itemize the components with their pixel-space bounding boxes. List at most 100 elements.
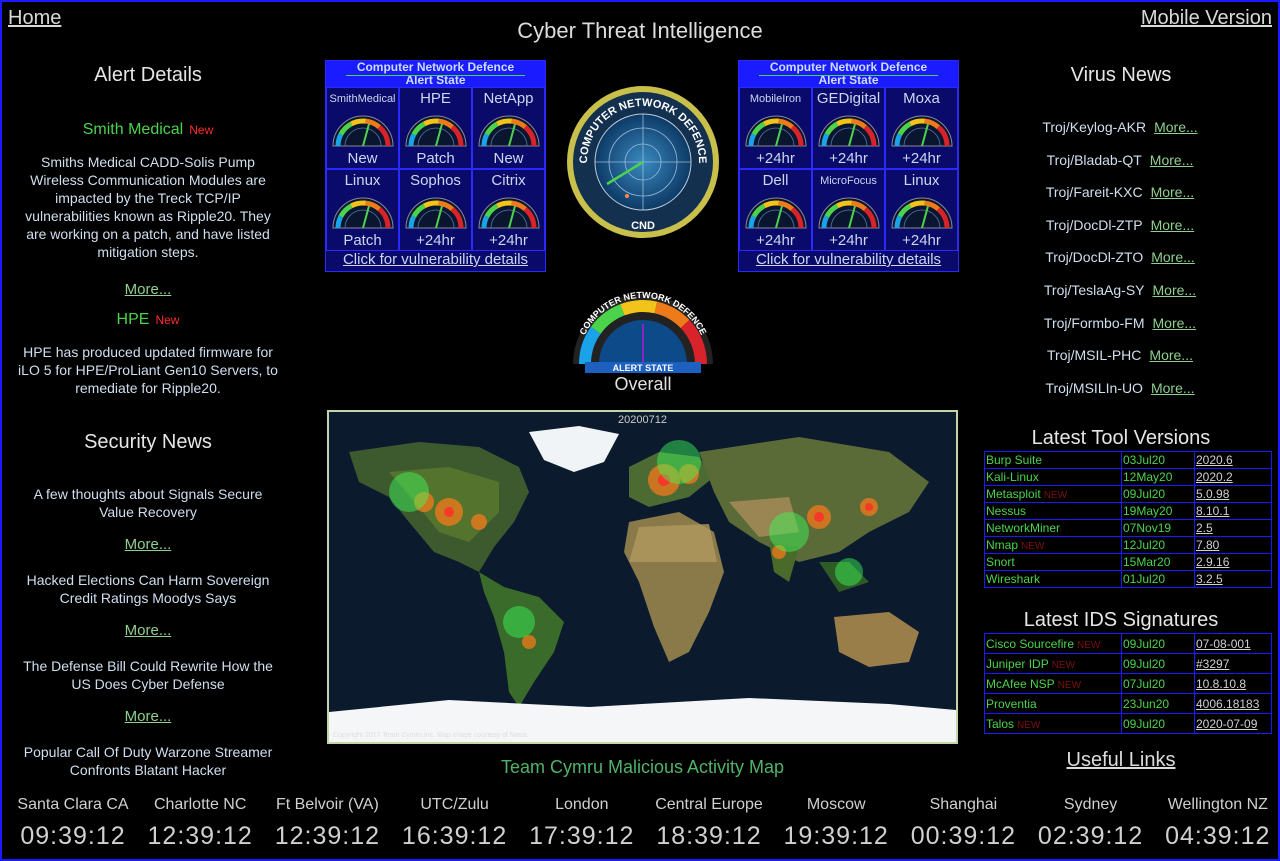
alert-title[interactable]: HPE bbox=[117, 311, 150, 328]
ids-row: Proventia 23Jun20 4006.18183 bbox=[984, 693, 1272, 714]
ids-signature-link[interactable]: 10.8.10.8 bbox=[1194, 673, 1272, 694]
tool-version-link[interactable]: 5.0.98 bbox=[1194, 485, 1272, 503]
tool-name: Nmap bbox=[986, 538, 1019, 552]
tool-version-link[interactable]: 8.10.1 bbox=[1194, 502, 1272, 520]
virus-news-heading: Virus News bbox=[1070, 64, 1172, 86]
alert-title[interactable]: Smith Medical bbox=[83, 121, 183, 138]
news-more-link[interactable]: More... bbox=[125, 622, 172, 639]
tool-version-link[interactable]: 2020.6 bbox=[1194, 451, 1272, 469]
clock-time: 00:39:12 bbox=[910, 822, 1017, 850]
vendor-cell[interactable]: Citrix +24hr bbox=[472, 169, 545, 251]
cnd-alert-panel[interactable]: Computer Network Defence Alert State Mob… bbox=[738, 60, 959, 272]
vendor-cell[interactable]: Moxa +24hr bbox=[885, 87, 958, 169]
cnd-logo-bottom-text: CND bbox=[631, 220, 655, 232]
clock-city: Sydney bbox=[1063, 796, 1118, 813]
tool-version-link[interactable]: 7.80 bbox=[1194, 536, 1272, 554]
tool-row: Kali-Linux 12May20 2020.2 bbox=[984, 468, 1272, 486]
world-clock: UTC/Zulu 16:39:12 bbox=[391, 796, 519, 851]
vendor-cell[interactable]: HPE Patch bbox=[399, 87, 472, 169]
virus-more-link[interactable]: More... bbox=[1151, 249, 1195, 265]
vendor-alert-gauge bbox=[404, 115, 467, 147]
vendor-status: New bbox=[493, 150, 524, 167]
vendor-cell[interactable]: Sophos +24hr bbox=[399, 169, 472, 251]
vulnerability-details-link[interactable]: Click for vulnerability details bbox=[739, 251, 958, 269]
ids-signature-link[interactable]: 4006.18183 bbox=[1194, 693, 1272, 714]
vendor-cell[interactable]: SmithMedical New bbox=[326, 87, 399, 169]
tool-row: NetworkMiner 07Nov19 2.5 bbox=[984, 519, 1272, 537]
virus-news-item: Troj/TeslaAg-SY More... bbox=[985, 282, 1255, 298]
virus-name: Troj/TeslaAg-SY bbox=[1043, 282, 1145, 298]
virus-name: Troj/DocDl-ZTP bbox=[1045, 216, 1143, 233]
tool-version-link[interactable]: 2.5 bbox=[1194, 519, 1272, 537]
ids-row: Talos NEW 09Jul20 2020-07-09 bbox=[984, 713, 1272, 734]
virus-news-item: Troj/DocDl-ZTO More... bbox=[985, 249, 1255, 265]
virus-more-link[interactable]: More... bbox=[1151, 380, 1195, 396]
ids-row: Cisco Sourcefire NEW 09Jul20 07-08-001 bbox=[984, 633, 1272, 654]
world-clock: Sydney 02:39:12 bbox=[1027, 796, 1155, 851]
vendor-alert-gauge bbox=[744, 115, 807, 147]
vendor-name: Citrix bbox=[491, 172, 526, 189]
security-news-list[interactable]: A few thoughts about Signals Secure Valu… bbox=[18, 485, 278, 775]
new-badge: NEW bbox=[1017, 719, 1041, 731]
vulnerability-details-link[interactable]: Click for vulnerability details bbox=[326, 251, 545, 269]
useful-links-link[interactable]: Useful Links bbox=[985, 749, 1257, 772]
virus-more-link[interactable]: More... bbox=[1150, 152, 1194, 168]
vendor-cell[interactable]: MobileIron +24hr bbox=[739, 87, 812, 169]
virus-news-item: Troj/MSILIn-UO More... bbox=[985, 380, 1255, 396]
world-clock: Central Europe 18:39:12 bbox=[645, 796, 773, 851]
tool-version-link[interactable]: 2020.2 bbox=[1194, 468, 1272, 486]
alert-more-link[interactable]: More... bbox=[125, 281, 172, 298]
world-clock: Santa Clara CA 09:39:12 bbox=[9, 796, 137, 851]
ids-date: 09Jul20 bbox=[1121, 633, 1195, 654]
overall-alert-gauge: COMPUTER NETWORK DEFENCE ALERT STATE bbox=[573, 290, 713, 373]
world-clock: Charlotte NC 12:39:12 bbox=[136, 796, 264, 851]
virus-news-item: Troj/DocDl-ZTP More... bbox=[985, 217, 1255, 233]
world-clock: London 17:39:12 bbox=[518, 796, 646, 851]
ids-signature-link[interactable]: #3297 bbox=[1194, 653, 1272, 674]
virus-news-item: Troj/Formbo-FM More... bbox=[985, 315, 1255, 331]
virus-more-link[interactable]: More... bbox=[1153, 282, 1197, 298]
vendor-cell[interactable]: Linux Patch bbox=[326, 169, 399, 251]
tool-date: 09Jul20 bbox=[1121, 485, 1195, 503]
tool-version-link[interactable]: 3.2.5 bbox=[1194, 570, 1272, 588]
new-badge: NEW bbox=[1021, 541, 1045, 552]
ids-signature-link[interactable]: 2020-07-09 bbox=[1194, 713, 1272, 734]
news-more-link[interactable]: More... bbox=[125, 536, 172, 553]
tool-date: 07Nov19 bbox=[1121, 519, 1195, 537]
virus-more-link[interactable]: More... bbox=[1151, 217, 1195, 233]
vendor-cell[interactable]: GEDigital +24hr bbox=[812, 87, 885, 169]
vendor-status: +24hr bbox=[416, 232, 455, 249]
vendor-name: Linux bbox=[903, 172, 940, 189]
virus-more-link[interactable]: More... bbox=[1149, 347, 1193, 363]
vendor-cell[interactable]: MicroFocus +24hr bbox=[812, 169, 885, 251]
vendor-name: MobileIron bbox=[749, 93, 802, 105]
overall-label: Overall bbox=[614, 374, 672, 394]
ids-vendor: Cisco Sourcefire bbox=[986, 636, 1075, 651]
vendor-name: HPE bbox=[420, 90, 451, 107]
vendor-cell[interactable]: NetApp New bbox=[472, 87, 545, 169]
vendor-status: +24hr bbox=[902, 150, 941, 167]
tool-row: Wireshark 01Jul20 3.2.5 bbox=[984, 570, 1272, 588]
tool-version-link[interactable]: 2.9.16 bbox=[1194, 553, 1272, 571]
malicious-activity-map[interactable]: 20200712 Copyright 2017 Team Cymru,Inc. … bbox=[327, 410, 958, 744]
tool-versions-table: Burp Suite 03Jul20 2020.6 Kali-Linux 12May20… bbox=[984, 451, 1272, 588]
vendor-status: Patch bbox=[343, 232, 382, 249]
ids-date: 09Jul20 bbox=[1121, 713, 1195, 734]
clock-time: 18:39:12 bbox=[656, 822, 762, 850]
cnd-alert-panel[interactable]: Computer Network Defence Alert State Smi… bbox=[325, 60, 546, 272]
news-more-link[interactable]: More... bbox=[125, 708, 172, 725]
tool-name: Wireshark bbox=[986, 572, 1041, 586]
vendor-cell[interactable]: Linux +24hr bbox=[885, 169, 958, 251]
tool-date: 12May20 bbox=[1121, 468, 1195, 486]
overall-badge-text: ALERT STATE bbox=[613, 363, 674, 373]
virus-news-item: Troj/MSIL-PHC More... bbox=[985, 347, 1255, 363]
virus-more-link[interactable]: More... bbox=[1154, 119, 1198, 135]
ids-signature-link[interactable]: 07-08-001 bbox=[1194, 633, 1272, 654]
vendor-cell[interactable]: Dell +24hr bbox=[739, 169, 812, 251]
world-clock: Ft Belvoir (VA) 12:39:12 bbox=[263, 796, 391, 851]
virus-news-item: Troj/Fareit-KXC More... bbox=[985, 184, 1255, 200]
vendor-name: NetApp bbox=[483, 90, 534, 107]
virus-more-link[interactable]: More... bbox=[1151, 184, 1195, 200]
virus-more-link[interactable]: More... bbox=[1153, 315, 1197, 331]
map-copyright: Copyright 2017 Team Cymru,Inc. Map image… bbox=[333, 732, 529, 739]
